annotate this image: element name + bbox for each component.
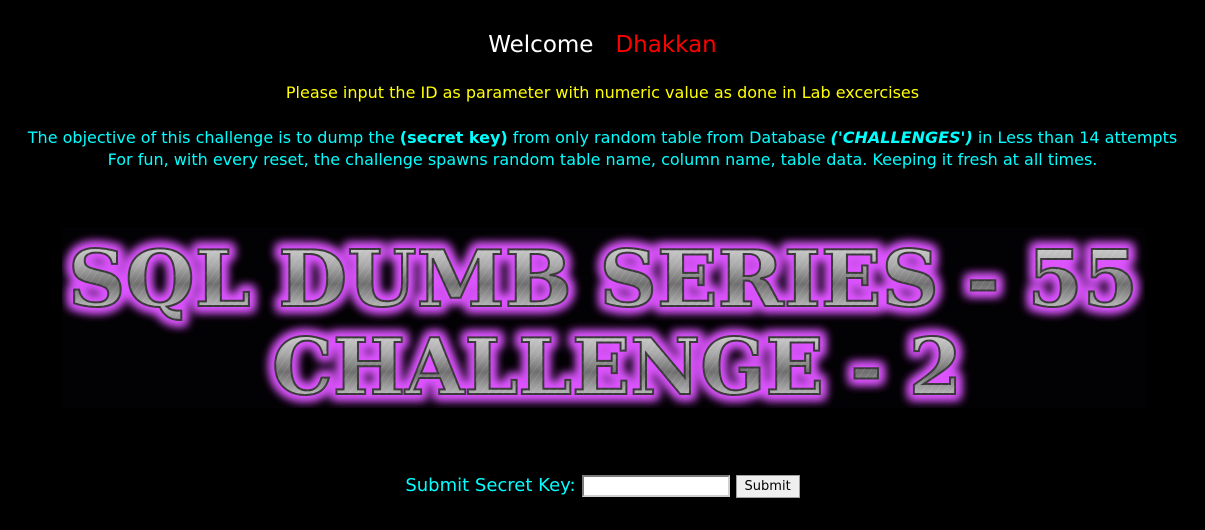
- objective-line-2: For fun, with every reset, the challenge…: [107, 150, 1098, 169]
- objective-text: The objective of this challenge is to du…: [0, 127, 1205, 171]
- username: Dhakkan: [615, 32, 717, 58]
- submit-button[interactable]: Submit: [735, 474, 800, 498]
- objective-part-3: in Less than 14 attempts: [972, 128, 1178, 147]
- secret-key-input[interactable]: [581, 475, 730, 497]
- banner-line-1-texture: SQL DUMB SERIES - 55: [68, 234, 1138, 325]
- secret-key-emphasis: (secret key): [399, 128, 508, 147]
- welcome-text: Welcome: [488, 32, 594, 58]
- objective-part-2: from only random table from Database: [507, 128, 831, 147]
- banner-line-2-texture: CHALLENGE - 2: [272, 322, 962, 408]
- objective-line-1: The objective of this challenge is to du…: [0, 127, 1205, 149]
- challenge-banner-image: SQL DUMB SERIES - 55 SQL DUMB SERIES - 5…: [62, 228, 1145, 408]
- database-name: ('CHALLENGES'): [830, 128, 973, 147]
- instruction-text: Please input the ID as parameter with nu…: [285, 83, 920, 102]
- secret-key-form: Submit Secret Key: Submit: [0, 474, 1205, 498]
- objective-part-1: The objective of this challenge is to du…: [27, 128, 400, 147]
- welcome-header: Welcome Dhakkan: [0, 30, 1205, 60]
- page: Welcome Dhakkan Please input the ID as pa…: [0, 0, 1205, 530]
- secret-key-label: Submit Secret Key:: [405, 475, 576, 496]
